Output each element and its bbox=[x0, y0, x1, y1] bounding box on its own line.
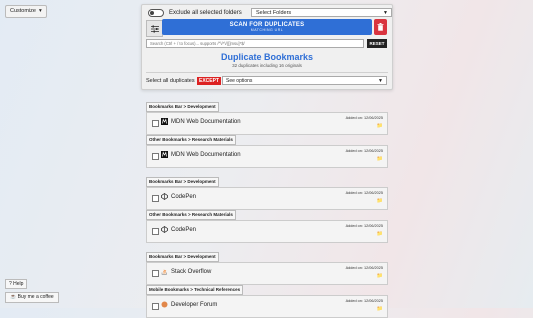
codepen-icon bbox=[161, 193, 168, 200]
chevron-down-icon: ▾ bbox=[38, 8, 42, 14]
developer-icon bbox=[161, 301, 168, 308]
coffee-icon: ☕ bbox=[10, 294, 17, 300]
search-input[interactable] bbox=[146, 39, 364, 48]
buy-coffee-button[interactable]: ☕ Buy me a coffee bbox=[5, 292, 59, 303]
customize-button[interactable]: Customize ▾ bbox=[5, 5, 47, 18]
page-title: Duplicate Bookmarks bbox=[220, 52, 314, 62]
bookmark-title[interactable]: MDN Web Documentation bbox=[171, 152, 241, 158]
see-options-dropdown[interactable]: See options ▼ bbox=[222, 76, 387, 85]
exclude-toggle[interactable] bbox=[148, 9, 164, 17]
bookmark-title[interactable]: Stack Overflow bbox=[171, 269, 211, 275]
added-date: Added on: 12/06/2025 bbox=[345, 299, 383, 303]
added-date: Added on: 12/06/2025 bbox=[345, 149, 383, 153]
codepen-icon bbox=[161, 226, 168, 233]
folder-path-label: Mobile Bookmarks > Technical References bbox=[146, 285, 244, 295]
bookmark-checkbox[interactable] bbox=[152, 303, 159, 310]
scan-subtitle: MATCHING URL bbox=[250, 28, 284, 32]
bookmark-title[interactable]: CodePen bbox=[171, 227, 196, 233]
chevron-down-icon: ▼ bbox=[383, 10, 388, 16]
bookmark-checkbox[interactable] bbox=[152, 153, 159, 160]
folder-icon[interactable]: 📁 bbox=[377, 156, 383, 162]
folder-icon[interactable]: 📁 bbox=[377, 123, 383, 129]
folder-path-label: Bookmarks Bar > Development bbox=[146, 252, 219, 262]
bookmark-item[interactable]: CodePen Added on: 12/06/2025 📁 bbox=[146, 220, 388, 243]
select-folders-dropdown[interactable]: Select Folders ▼ bbox=[251, 8, 392, 17]
exclude-label: Exclude all selected folders bbox=[169, 10, 242, 16]
select-all-label: Select all duplicates bbox=[146, 78, 195, 84]
bookmark-checkbox[interactable] bbox=[152, 195, 159, 202]
bookmark-title[interactable]: CodePen bbox=[171, 194, 196, 200]
bookmark-item[interactable]: MDN Web Documentation Added on: 12/06/20… bbox=[146, 112, 388, 135]
chevron-down-icon: ▼ bbox=[378, 78, 383, 84]
bookmark-item[interactable]: Stack Overflow Added on: 12/06/2025 📁 bbox=[146, 262, 388, 285]
bookmark-checkbox[interactable] bbox=[152, 270, 159, 277]
settings-button[interactable] bbox=[146, 20, 163, 37]
added-date: Added on: 12/06/2025 bbox=[345, 191, 383, 195]
bookmark-item[interactable]: MDN Web Documentation Added on: 12/06/20… bbox=[146, 145, 388, 168]
see-options-label: See options bbox=[226, 78, 253, 84]
bookmark-title[interactable]: Developer Forum bbox=[171, 302, 217, 308]
folder-path-label: Bookmarks Bar > Development bbox=[146, 177, 219, 187]
stackoverflow-icon bbox=[161, 268, 168, 275]
duplicates-summary: 32 duplicates including 16 originals bbox=[232, 63, 302, 68]
folder-path-label: Bookmarks Bar > Development bbox=[146, 102, 219, 112]
except-badge: EXCEPT bbox=[197, 77, 222, 85]
bookmark-item[interactable]: Developer Forum Added on: 12/06/2025 📁 bbox=[146, 295, 388, 318]
folder-icon[interactable]: 📁 bbox=[377, 306, 383, 312]
bookmark-checkbox[interactable] bbox=[152, 120, 159, 127]
mdn-icon bbox=[161, 118, 168, 125]
select-folders-label: Select Folders bbox=[256, 10, 292, 16]
reset-button[interactable]: RESET bbox=[367, 39, 387, 48]
folder-icon[interactable]: 📁 bbox=[377, 198, 383, 204]
help-button[interactable]: ? Help bbox=[5, 279, 28, 289]
exclude-row: Exclude all selected folders Select Fold… bbox=[148, 8, 392, 18]
buy-coffee-label: Buy me a coffee bbox=[17, 294, 54, 300]
sliders-icon bbox=[150, 25, 159, 32]
divider bbox=[146, 72, 388, 73]
added-date: Added on: 12/06/2025 bbox=[345, 224, 383, 228]
trash-icon bbox=[377, 23, 384, 31]
bookmark-item[interactable]: CodePen Added on: 12/06/2025 📁 bbox=[146, 187, 388, 210]
folder-path-label: Other Bookmarks > Research Materials bbox=[146, 210, 236, 220]
mdn-icon bbox=[161, 151, 168, 158]
control-panel: Exclude all selected folders Select Fold… bbox=[141, 4, 393, 90]
folder-icon[interactable]: 📁 bbox=[377, 273, 383, 279]
bookmark-title[interactable]: MDN Web Documentation bbox=[171, 119, 241, 125]
folder-path-label: Other Bookmarks > Research Materials bbox=[146, 135, 236, 145]
folder-icon[interactable]: 📁 bbox=[377, 231, 383, 237]
added-date: Added on: 12/06/2025 bbox=[345, 116, 383, 120]
added-date: Added on: 12/06/2025 bbox=[345, 266, 383, 270]
scan-for-duplicates-button[interactable]: SCAN FOR DUPLICATES MATCHING URL bbox=[162, 19, 372, 35]
bookmark-checkbox[interactable] bbox=[152, 228, 159, 235]
customize-label: Customize bbox=[10, 8, 36, 14]
delete-button[interactable] bbox=[374, 19, 387, 35]
